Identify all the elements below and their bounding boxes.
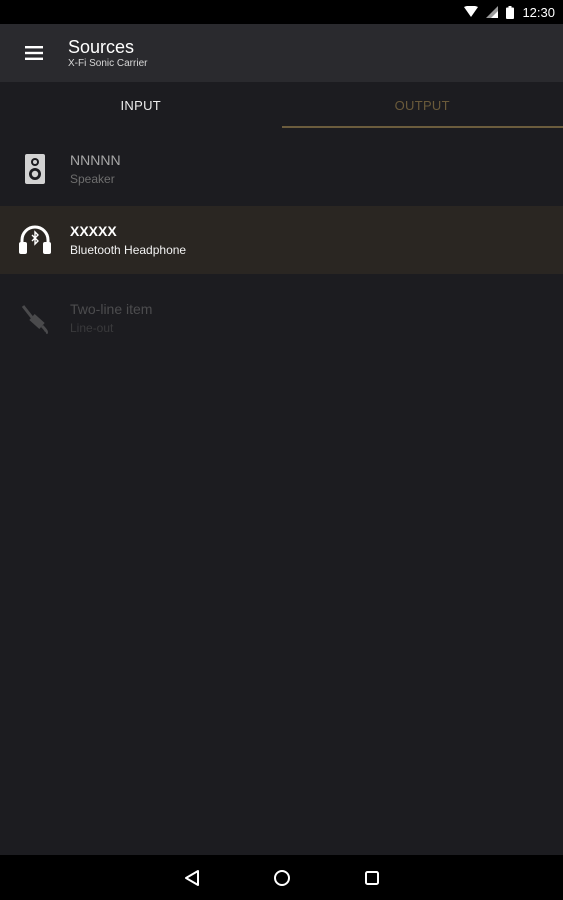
hamburger-menu-icon[interactable] — [0, 24, 68, 82]
list-item-primary: XXXXX — [70, 223, 117, 239]
tab-output-label: OUTPUT — [394, 97, 450, 113]
page-subtitle: X-Fi Sonic Carrier — [68, 58, 148, 69]
speaker-icon — [0, 133, 70, 205]
tab-bar: INPUT OUTPUT — [0, 82, 563, 128]
list-item-line-out[interactable]: Two-line item Line-out — [0, 274, 563, 362]
home-icon[interactable] — [268, 864, 296, 892]
output-list: NNNNN Speaker XXXXX Bluetooth Headphone — [0, 132, 563, 362]
list-item-secondary: Line-out — [70, 321, 114, 335]
app-titles: Sources X-Fi Sonic Carrier — [68, 36, 147, 70]
list-item-primary: Two-line item — [70, 301, 153, 317]
list-item-bluetooth-headphone[interactable]: XXXXX Bluetooth Headphone — [0, 206, 563, 274]
wifi-icon — [464, 6, 479, 18]
status-time: 12:30 — [522, 4, 555, 20]
list-item-primary: NNNNN — [70, 152, 121, 168]
tab-output[interactable]: OUTPUT — [281, 82, 563, 128]
tab-input[interactable]: INPUT — [0, 82, 282, 128]
navigation-bar — [0, 855, 563, 900]
recents-icon[interactable] — [358, 864, 386, 892]
bluetooth-headphone-icon — [0, 204, 70, 276]
list-item-text: XXXXX Bluetooth Headphone — [70, 221, 186, 259]
page-title: Sources — [68, 37, 135, 57]
tab-input-label: INPUT — [120, 97, 161, 113]
list-item-secondary: Bluetooth Headphone — [70, 243, 187, 257]
list-item-text: NNNNN Speaker — [70, 150, 121, 188]
line-out-cable-icon — [0, 282, 70, 354]
back-icon[interactable] — [178, 864, 206, 892]
list-item-text: Two-line item Line-out — [70, 299, 152, 337]
app-bar: Sources X-Fi Sonic Carrier — [0, 24, 563, 82]
battery-icon — [506, 5, 515, 19]
tab-selected-indicator — [281, 126, 563, 128]
list-item-secondary: Speaker — [70, 172, 115, 186]
signal-icon — [486, 6, 499, 18]
list-item-speaker[interactable]: NNNNN Speaker — [0, 132, 563, 206]
status-bar: 12:30 — [0, 0, 563, 24]
